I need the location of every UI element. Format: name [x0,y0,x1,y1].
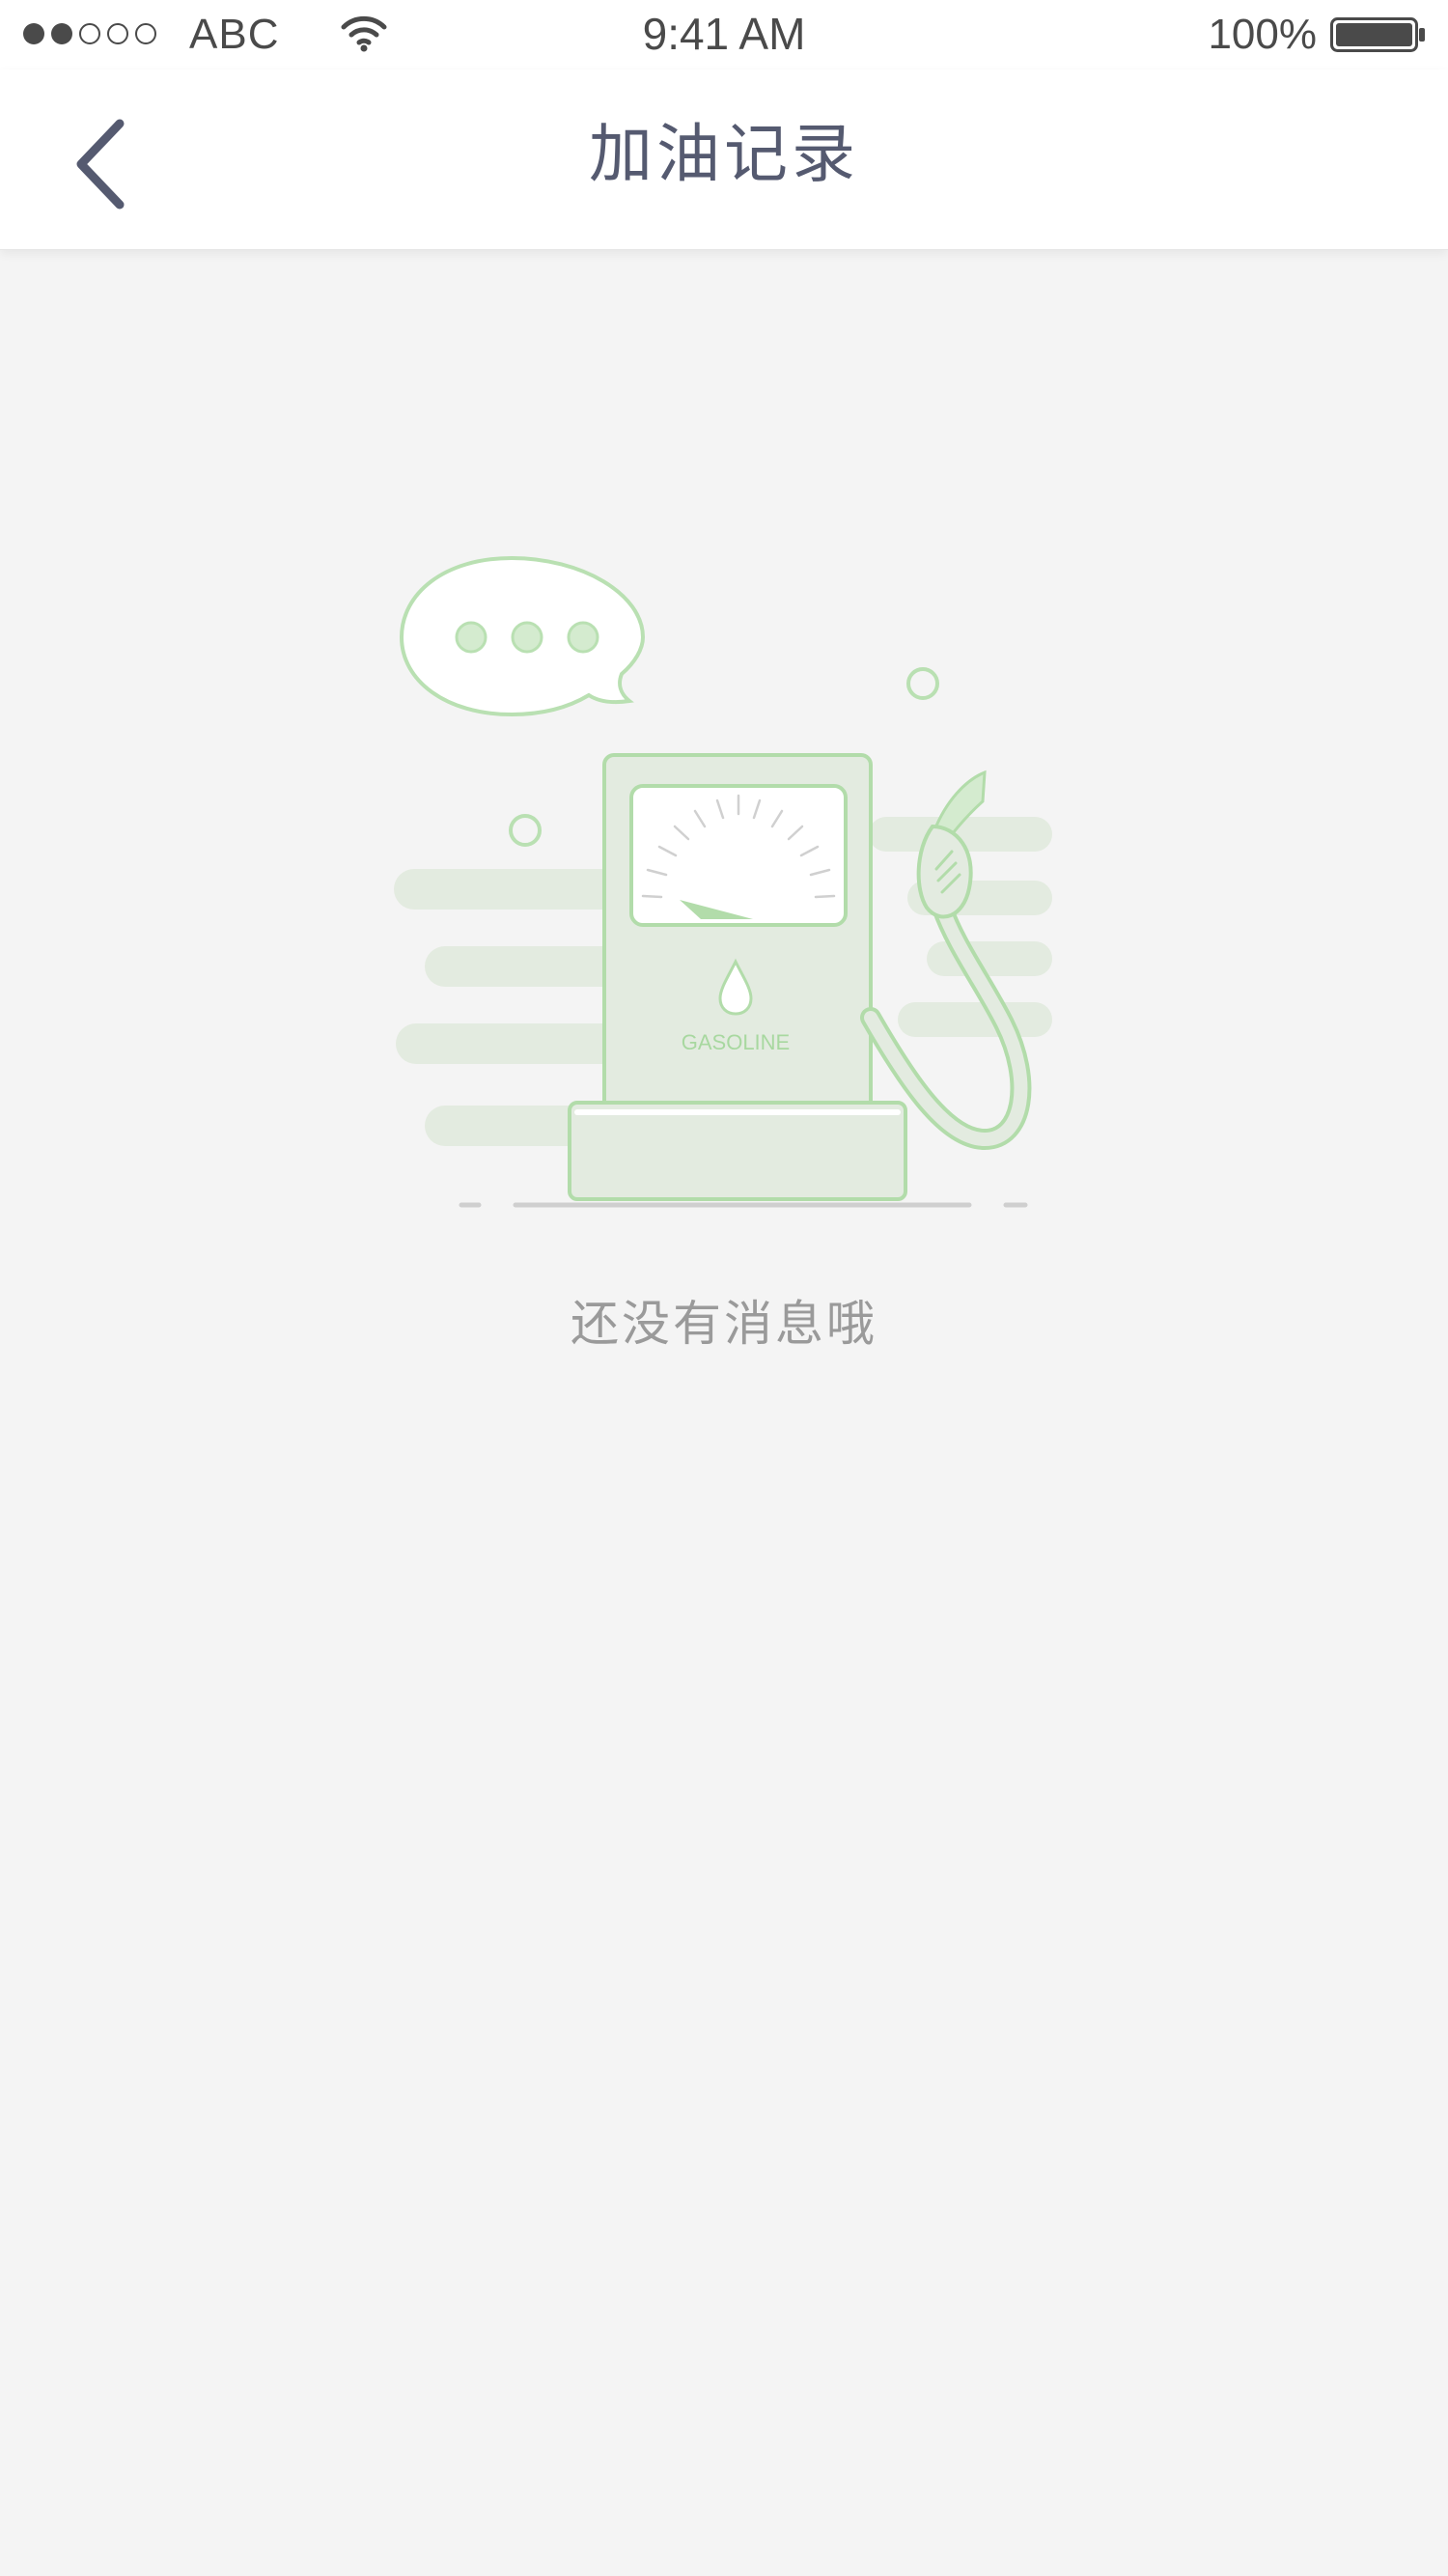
illustration-label: GASOLINE [682,1030,790,1054]
gas-pump-icon: GASOLINE [394,555,1052,1208]
empty-state-message: 还没有消息哦 [571,1296,877,1352]
page-title: 加油记录 [589,117,859,191]
speech-bubble-icon [399,555,646,717]
battery-percent: 100% [1208,11,1317,58]
battery-icon [1330,17,1425,52]
status-bar: ABC 9:41 AM 100% [0,0,1448,70]
navigation-bar: 加油记录 [0,70,1448,250]
